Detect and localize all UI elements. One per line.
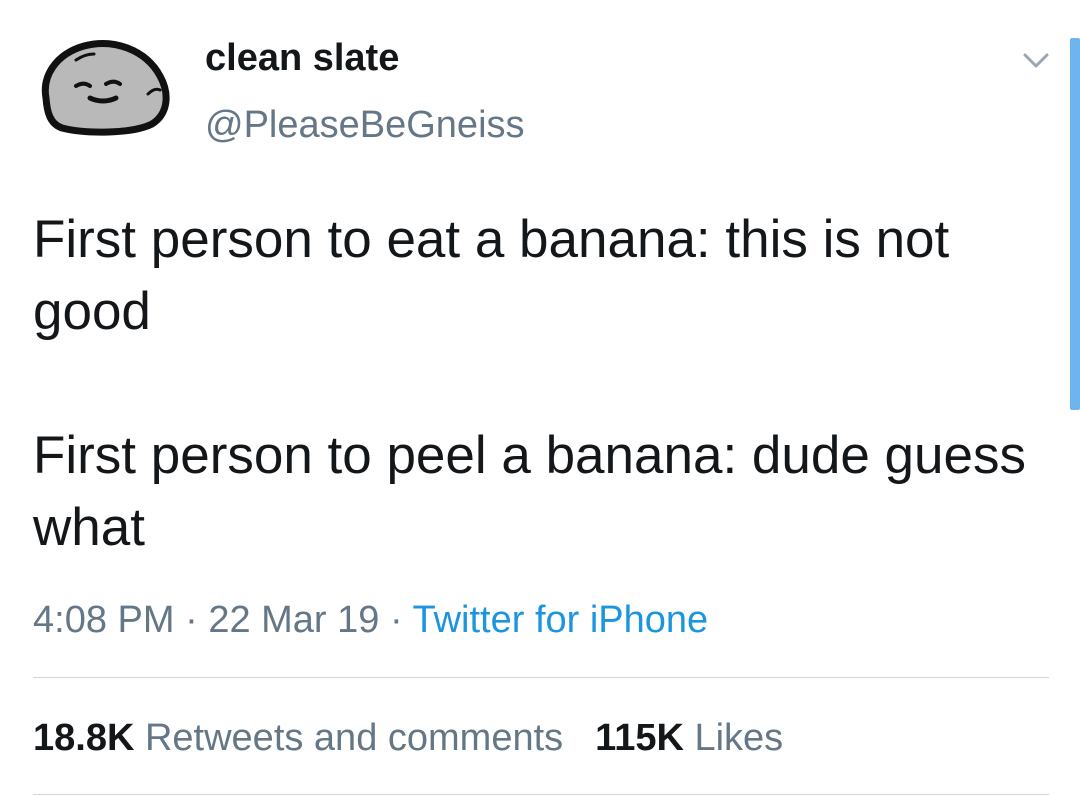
retweets-stat[interactable]: 18.8K Retweets and comments [33, 717, 563, 759]
tweet-source-link[interactable]: Twitter for iPhone [413, 599, 709, 641]
separator: · [379, 599, 413, 641]
display-name[interactable]: clean slate [205, 36, 399, 80]
retweets-label: Retweets and comments [144, 717, 564, 759]
tweet-metadata: 4:08 PM · 22 Mar 19 · Twitter for iPhone [33, 598, 708, 642]
tweet-time: 4:08 PM [33, 599, 175, 641]
user-handle[interactable]: @PleaseBeGneiss [205, 103, 525, 147]
tweet-paragraph: First person to peel a banana: dude gues… [33, 426, 1041, 557]
divider [33, 677, 1049, 678]
engagement-stats: 18.8K Retweets and comments 115K Likes [33, 716, 783, 760]
tweet-text: First person to eat a banana: this is no… [33, 204, 1033, 564]
tweet-card: clean slate @PleaseBeGneiss First person… [0, 0, 1080, 797]
likes-label: Likes [694, 717, 784, 759]
separator: · [174, 599, 209, 641]
scrollbar[interactable] [1070, 38, 1080, 410]
avatar[interactable] [36, 36, 171, 136]
tweet-paragraph: First person to eat a banana: this is no… [33, 210, 964, 341]
chevron-down-icon[interactable] [1022, 52, 1050, 70]
divider [33, 794, 1049, 795]
tweet-date: 22 Mar 19 [208, 599, 380, 641]
likes-count: 115K [595, 717, 684, 759]
retweets-count: 18.8K [33, 717, 135, 759]
likes-stat[interactable]: 115K Likes [595, 717, 783, 759]
rock-face-avatar-icon [41, 40, 170, 136]
